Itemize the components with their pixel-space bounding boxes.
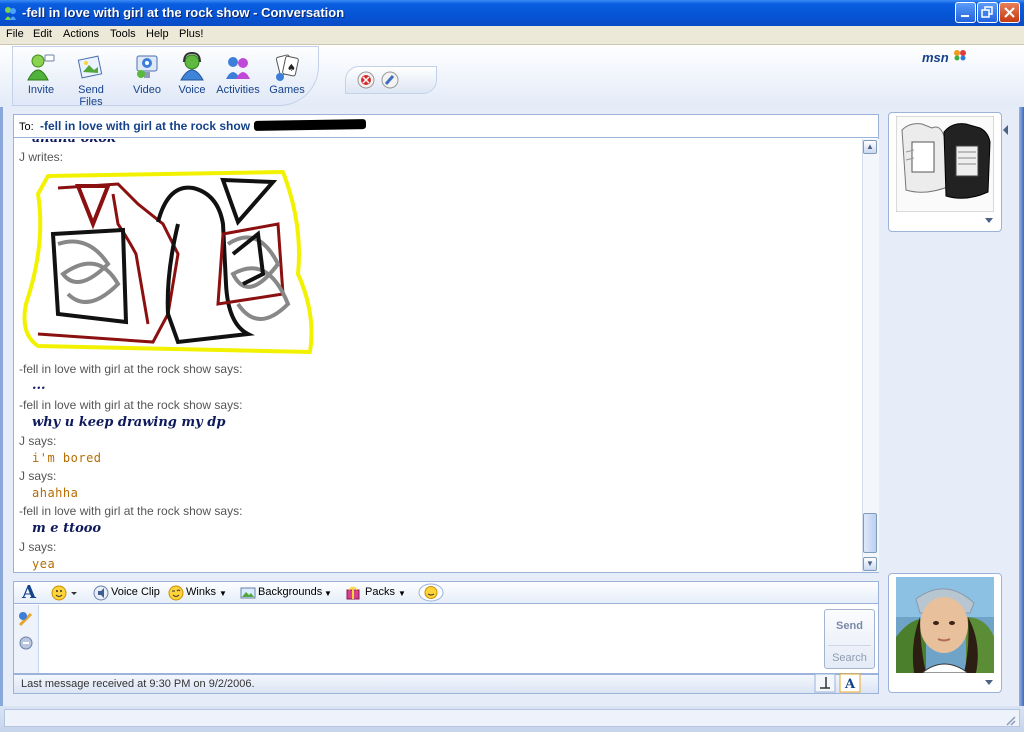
search-button[interactable]: Search <box>824 652 875 664</box>
handwriting-icon[interactable] <box>17 610 35 628</box>
message-text: why u keep drawing my dp <box>32 415 226 430</box>
activities-label: Activities <box>216 84 260 96</box>
svg-text:♠: ♠ <box>287 63 296 74</box>
status-text: Last message received at 9:30 PM on 9/2/… <box>21 678 255 690</box>
voice-clip-button[interactable]: Voice Clip <box>111 586 160 598</box>
message-text: yea <box>32 557 56 571</box>
message-text: m e ttooo <box>32 521 102 536</box>
games-icon: ♠ <box>275 54 299 81</box>
activities-button[interactable]: Activities <box>213 52 263 96</box>
voice-label: Voice <box>178 84 206 96</box>
message-sender: -fell in love with girl at the rock show… <box>19 362 243 376</box>
message-sender: -fell in love with girl at the rock show… <box>19 398 243 412</box>
backgrounds-icon <box>240 587 256 599</box>
chevron-down-icon[interactable]: ▼ <box>398 589 406 598</box>
send-files-icon <box>77 55 103 79</box>
video-label: Video <box>133 84 161 96</box>
invite-icon <box>27 54 55 81</box>
message-text: ... <box>32 378 46 393</box>
message-text: i'm bored <box>32 451 102 465</box>
chevron-down-icon[interactable] <box>985 218 993 224</box>
bottom-panel <box>4 709 1020 727</box>
minimize-button[interactable] <box>955 2 976 23</box>
window-title: -fell in love with girl at the rock show… <box>22 5 345 20</box>
scroll-thumb[interactable] <box>863 513 877 553</box>
invite-button[interactable]: Invite <box>16 52 66 96</box>
resize-grip-icon[interactable] <box>1004 714 1016 726</box>
maximize-button[interactable] <box>977 2 998 23</box>
voice-clip-icon <box>93 585 109 601</box>
menu-actions[interactable]: Actions <box>63 28 99 40</box>
send-divider <box>828 645 871 646</box>
menu-tools[interactable]: Tools <box>110 28 136 40</box>
send-label: Send <box>836 620 863 632</box>
menu-edit[interactable]: Edit <box>33 28 52 40</box>
activities-icon <box>226 57 250 79</box>
msn-logo: msn <box>922 50 949 65</box>
own-display-picture[interactable] <box>896 577 994 673</box>
scroll-down-button[interactable]: ▼ <box>863 557 877 571</box>
typing-icon[interactable] <box>17 634 35 652</box>
minimize-icon <box>961 15 969 17</box>
to-label: To: <box>19 121 34 133</box>
font-button[interactable]: A <box>22 582 36 603</box>
cut-off-message: ahaha okok <box>32 139 116 146</box>
text-mode-icon[interactable]: A <box>839 673 861 693</box>
close-button[interactable] <box>999 2 1020 23</box>
nudge-button[interactable] <box>418 583 444 602</box>
menu-file[interactable]: File <box>6 28 24 40</box>
msn-butterfly-icon <box>954 50 966 61</box>
svg-text:A: A <box>844 677 856 692</box>
message-sender: J says: <box>19 434 57 448</box>
invite-label: Invite <box>27 84 55 96</box>
games-button[interactable]: ♠ Games <box>262 52 312 96</box>
customize-icon[interactable] <box>381 71 399 89</box>
block-icon[interactable] <box>357 71 375 89</box>
scroll-up-button[interactable]: ▲ <box>863 140 877 154</box>
contact-name[interactable]: -fell in love with girl at the rock show… <box>40 119 257 133</box>
emoticon-button[interactable] <box>51 585 77 601</box>
window-left-border <box>0 45 3 732</box>
menu-help[interactable]: Help <box>146 28 169 40</box>
history-scrollbar[interactable] <box>862 139 879 572</box>
winks-icon <box>168 585 184 601</box>
ink-drawing <box>22 170 314 354</box>
packs-button[interactable]: Packs <box>365 586 395 598</box>
winks-button[interactable]: Winks <box>186 586 216 598</box>
message-text: ahahha <box>32 486 79 500</box>
backgrounds-button[interactable]: Backgrounds <box>258 586 322 598</box>
msn-messenger-icon <box>5 7 16 20</box>
voice-button[interactable]: Voice <box>167 52 217 96</box>
handwriting-mode-icon[interactable] <box>814 673 836 693</box>
send-files-label: Send Files <box>78 84 104 108</box>
message-sender: J says: <box>19 540 57 554</box>
packs-icon <box>346 586 360 600</box>
contact-display-picture[interactable] <box>896 116 994 212</box>
send-files-button[interactable]: Send Files <box>66 52 116 108</box>
drawing-sender: J writes: <box>19 150 64 164</box>
webcam-icon <box>136 55 158 78</box>
window-right-border <box>1019 45 1024 732</box>
restore-icon <box>981 6 993 18</box>
message-input[interactable] <box>13 604 879 674</box>
chevron-down-icon[interactable] <box>985 680 993 686</box>
chevron-down-icon[interactable]: ▼ <box>219 589 227 598</box>
collapse-panel-icon[interactable] <box>1003 125 1009 135</box>
chevron-down-icon[interactable]: ▼ <box>324 589 332 598</box>
close-icon <box>1004 7 1015 18</box>
menu-plus[interactable]: Plus! <box>179 28 203 40</box>
voice-icon <box>180 52 204 81</box>
message-sender: J says: <box>19 469 57 483</box>
video-button[interactable]: Video <box>122 52 172 96</box>
games-label: Games <box>269 84 305 96</box>
redacted-email <box>253 119 367 131</box>
message-sender: -fell in love with girl at the rock show… <box>19 504 243 518</box>
